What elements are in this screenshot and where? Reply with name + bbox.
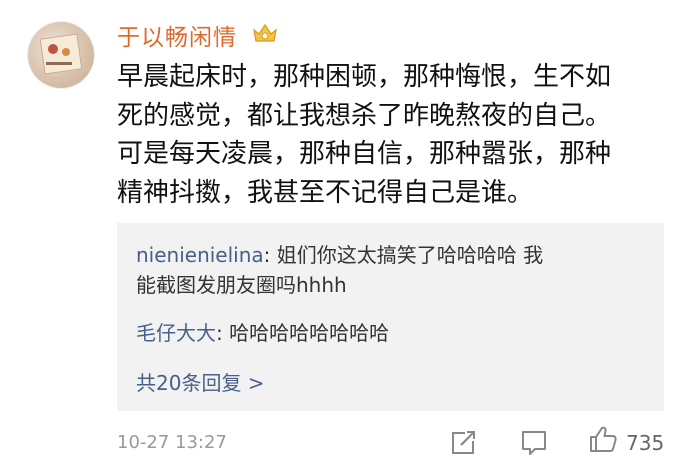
reply-text: 哈哈哈哈哈哈哈哈 — [229, 321, 390, 345]
reply-separator: : — [216, 321, 230, 345]
reply-item[interactable]: nienienielina: 姐们你这太搞笑了哈哈哈哈 我 能截图发朋友圈吗hh… — [136, 240, 656, 300]
reply-item[interactable]: 毛仔大大: 哈哈哈哈哈哈哈哈 — [136, 318, 656, 348]
reply-author[interactable]: 毛仔大大 — [136, 321, 216, 345]
reply-separator: : — [263, 243, 277, 267]
replies-box[interactable]: nienienielina: 姐们你这太搞笑了哈哈哈哈 我 能截图发朋友圈吗hh… — [117, 223, 664, 411]
post-text: 早晨起床时，那种困顿，那种悔恨，生不如 死的感觉，都让我想杀了昨晚熬夜的自己。 … — [117, 62, 612, 208]
reply-author[interactable]: nienienielina — [136, 243, 264, 267]
comment-card: 于以畅闲情 早晨起床时，那种困顿，那种悔恨，生不如 死的感觉，都让我想杀了昨晚熬… — [0, 0, 690, 473]
username[interactable]: 于以畅闲情 — [117, 18, 237, 52]
avatar[interactable] — [28, 22, 94, 88]
thumbs-up-icon[interactable] — [588, 424, 618, 454]
timestamp: 10-27 13:27 — [117, 432, 227, 453]
more-replies-link[interactable]: 共20条回复 > — [136, 367, 265, 396]
comment-icon[interactable] — [519, 427, 549, 457]
crown-badge-icon — [253, 23, 277, 42]
share-icon[interactable] — [449, 427, 479, 457]
like-count: 735 — [626, 431, 665, 455]
